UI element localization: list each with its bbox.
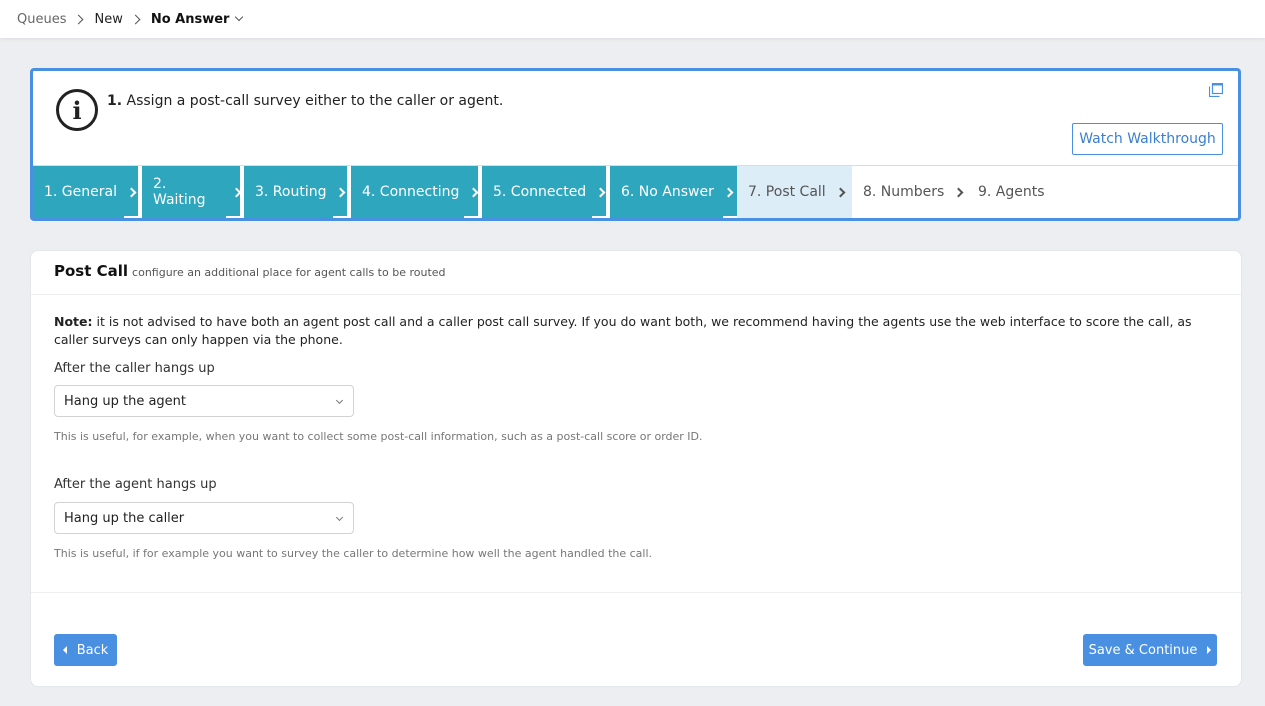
info-icon: i	[56, 89, 98, 131]
step-waiting[interactable]: 2. Waiting	[142, 166, 242, 218]
popout-icon[interactable]	[1209, 83, 1223, 97]
watch-walkthrough-button[interactable]: Watch Walkthrough	[1072, 123, 1223, 155]
caret-right-icon	[1207, 646, 1212, 654]
back-button-label: Back	[76, 642, 109, 658]
step-label: 5. Connected	[493, 184, 587, 200]
agent-hangs-up-label: After the agent hangs up	[54, 477, 217, 492]
step-label: 7. Post Call	[748, 184, 826, 200]
step-label: 2. Waiting	[153, 176, 206, 208]
chevron-down-icon[interactable]	[235, 12, 244, 22]
chevron-right-icon	[126, 187, 137, 197]
chevron-right-icon	[130, 14, 141, 24]
step-connected[interactable]: 5. Connected	[482, 166, 606, 218]
caller-hangs-up-value: Hang up the agent	[64, 393, 187, 409]
chevron-down-icon	[335, 513, 344, 522]
wizard-steps: 1. General 2. Waiting 3. Routing 4. Conn…	[33, 165, 1238, 218]
chevron-right-icon	[74, 14, 84, 24]
breadcrumb-new[interactable]: New	[94, 12, 122, 27]
page-subtitle: configure an additional place for agent …	[132, 266, 446, 279]
walkthrough-panel: i 1. Assign a post-call survey either to…	[30, 68, 1241, 221]
step-general[interactable]: 1. General	[33, 166, 138, 218]
note-label: Note:	[54, 314, 93, 329]
caller-hangs-up-help: This is useful, for example, when you wa…	[54, 430, 703, 443]
chevron-right-icon	[595, 187, 606, 197]
breadcrumb: Queues New No Answer	[0, 0, 1265, 38]
back-button[interactable]: Back	[54, 634, 117, 666]
step-connecting[interactable]: 4. Connecting	[351, 166, 479, 218]
walkthrough-text: 1. Assign a post-call survey either to t…	[107, 93, 503, 109]
agent-hangs-up-help: This is useful, if for example you want …	[54, 547, 653, 560]
agent-hangs-up-value: Hang up the caller	[64, 510, 185, 526]
step-agents[interactable]: 9. Agents	[967, 166, 1067, 218]
step-label: 8. Numbers	[863, 184, 945, 200]
breadcrumb-queues[interactable]: Queues	[17, 12, 66, 27]
step-routing[interactable]: 3. Routing	[244, 166, 347, 218]
chevron-right-icon	[468, 187, 479, 197]
caller-hangs-up-select[interactable]: Hang up the agent	[54, 385, 354, 417]
step-no-answer[interactable]: 6. No Answer	[610, 166, 737, 218]
step-label: 6. No Answer	[621, 184, 714, 200]
step-label: 4. Connecting	[362, 184, 460, 200]
agent-hangs-up-select[interactable]: Hang up the caller	[54, 502, 354, 534]
walkthrough-message: Assign a post-call survey either to the …	[126, 93, 504, 109]
page-title: Post Call	[54, 262, 129, 280]
card-header: Post Call configure an additional place …	[31, 251, 1241, 295]
chevron-right-icon	[953, 187, 964, 197]
chevron-right-icon	[723, 187, 734, 197]
chevron-down-icon	[335, 396, 344, 405]
chevron-right-icon	[835, 187, 846, 197]
note-body: it is not advised to have both an agent …	[54, 314, 1192, 347]
step-label: 3. Routing	[255, 184, 327, 200]
walkthrough-step-number: 1.	[107, 93, 123, 109]
caller-hangs-up-label: After the caller hangs up	[54, 361, 215, 376]
caret-left-icon	[62, 646, 67, 654]
save-continue-button[interactable]: Save & Continue	[1083, 634, 1217, 666]
step-post-call[interactable]: 7. Post Call	[737, 166, 852, 218]
chevron-right-icon	[336, 187, 346, 197]
step-label: 9. Agents	[978, 184, 1045, 200]
note-text: Note: it is not advised to have both an …	[54, 313, 1204, 349]
save-button-label: Save & Continue	[1088, 642, 1198, 658]
breadcrumb-current[interactable]: No Answer	[151, 12, 230, 27]
post-call-card: Post Call configure an additional place …	[30, 250, 1242, 687]
step-numbers[interactable]: 8. Numbers	[852, 166, 967, 218]
chevron-right-icon	[231, 187, 242, 197]
divider	[31, 592, 1241, 593]
step-label: 1. General	[44, 184, 117, 200]
